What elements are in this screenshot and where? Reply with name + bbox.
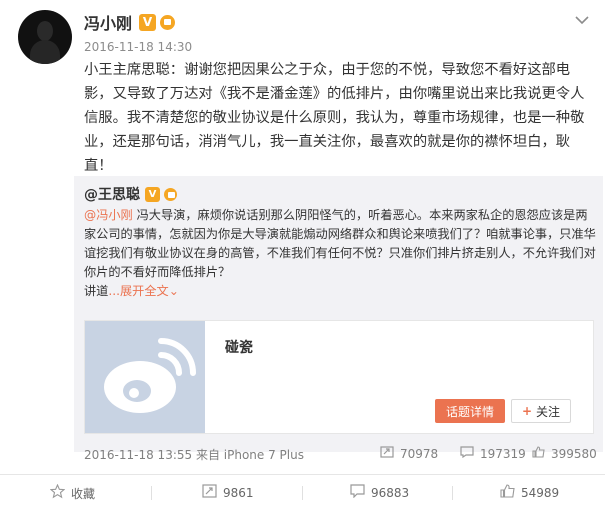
link-card[interactable]: 碰瓷 话题详情 + 关注 xyxy=(84,320,594,434)
divider xyxy=(452,486,453,500)
orig-footer: 2016-11-18 13:55 来自 iPhone 7 Plus 70978 … xyxy=(84,446,599,466)
divider xyxy=(151,486,152,500)
repost-button[interactable]: 9861 xyxy=(202,478,254,508)
orig-text-truncated: 讲道 xyxy=(84,284,109,298)
orig-repost-stat[interactable]: 70978 xyxy=(380,446,438,461)
orig-text: @冯小刚 冯大导演，麻烦你说话别那么阴阳怪气的，听着恶心。本来两家私企的恩怨应该… xyxy=(84,206,597,301)
comment-count: 96883 xyxy=(371,486,410,500)
chevron-down-icon[interactable] xyxy=(575,10,589,29)
mention-link[interactable]: @冯小刚 xyxy=(84,208,133,222)
weibo-post-card: 冯小刚 V 2016-11-18 14:30 小王主席思聪：谢谢您把因果公之于众… xyxy=(0,0,605,510)
collect-label: 收藏 xyxy=(71,486,96,501)
avatar[interactable] xyxy=(18,10,72,64)
thumb-up-icon xyxy=(500,484,515,502)
orig-comment-count: 197319 xyxy=(480,446,526,461)
follow-label: 关注 xyxy=(536,404,561,419)
repost-count: 9861 xyxy=(223,486,254,500)
divider xyxy=(0,474,605,475)
post-text: 小王主席思聪：谢谢您把因果公之于众，由于您的不悦，导致您不看好这部电影，又导致了… xyxy=(84,62,585,174)
topic-details-button[interactable]: 话题详情 xyxy=(435,399,505,423)
comment-button[interactable]: 96883 xyxy=(350,478,409,508)
weibo-logo-icon xyxy=(85,321,205,433)
thumb-up-icon xyxy=(532,446,545,461)
repost-icon xyxy=(202,484,217,502)
collect-button[interactable]: 收藏 xyxy=(49,478,96,508)
orig-like-count: 399580 xyxy=(551,446,597,461)
like-button[interactable]: 54989 xyxy=(500,478,559,508)
orig-like-stat[interactable]: 399580 xyxy=(532,446,597,461)
verified-icon: V xyxy=(145,186,160,202)
level-badge-icon xyxy=(159,14,176,31)
orig-author-name[interactable]: @王思聪 xyxy=(84,184,140,204)
orig-repost-count: 70978 xyxy=(400,446,439,461)
comment-icon xyxy=(460,446,474,461)
action-bar: 收藏 9861 96883 54989 xyxy=(0,478,605,508)
orig-time-source[interactable]: 2016-11-18 13:55 来自 iPhone 7 Plus xyxy=(84,446,304,463)
like-count: 54989 xyxy=(521,486,560,500)
post-time[interactable]: 2016-11-18 14:30 xyxy=(84,40,192,54)
author-row: 冯小刚 V xyxy=(84,11,176,33)
plus-icon: + xyxy=(521,404,533,418)
repost-box[interactable]: @王思聪 V @冯小刚 冯大导演，麻烦你说话别那么阴阳怪气的，听着恶心。本来两家… xyxy=(74,176,603,452)
divider xyxy=(302,486,303,500)
follow-button[interactable]: + 关注 xyxy=(511,399,571,423)
level-badge-icon xyxy=(163,187,178,202)
verified-icon: V xyxy=(139,13,157,31)
author-name[interactable]: 冯小刚 xyxy=(84,10,132,34)
orig-author-row: @王思聪 V xyxy=(84,184,178,204)
repost-icon xyxy=(380,446,394,461)
orig-comment-stat[interactable]: 197319 xyxy=(460,446,526,461)
link-card-title[interactable]: 碰瓷 xyxy=(225,337,253,357)
orig-text-body: 冯大导演，麻烦你说话别那么阴阳怪气的，听着恶心。本来两家私企的恩怨应该是两家公司… xyxy=(84,208,596,279)
chevron-down-icon[interactable]: ⌄ xyxy=(169,284,179,298)
star-icon xyxy=(49,483,66,503)
expand-full-text-link[interactable]: ...展开全文 xyxy=(108,284,168,298)
comment-icon xyxy=(350,484,365,502)
